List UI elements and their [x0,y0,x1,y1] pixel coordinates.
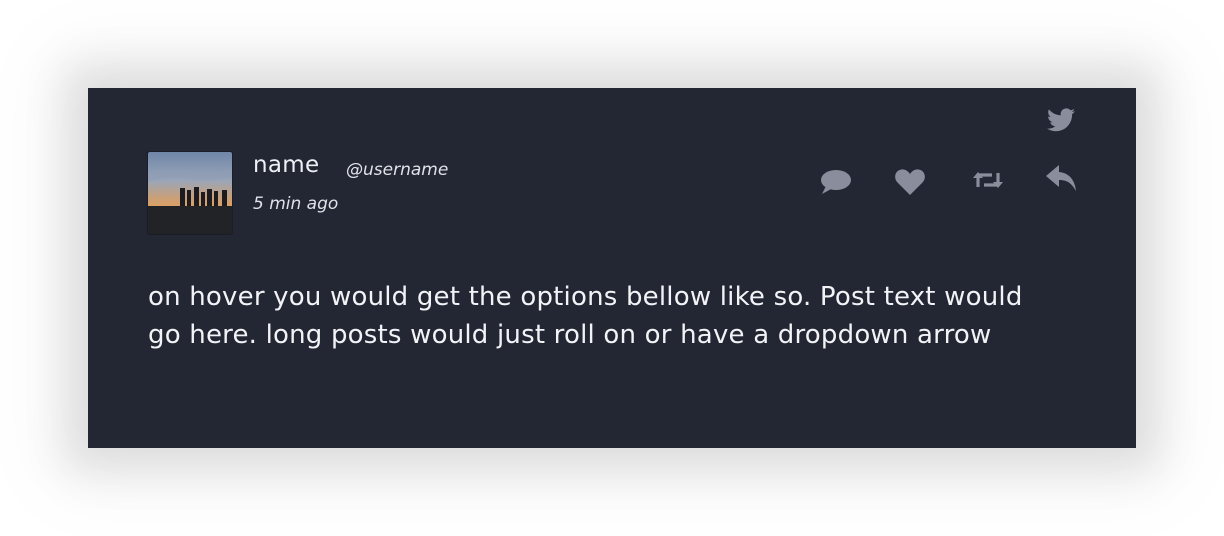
avatar[interactable] [148,152,232,234]
post-text: on hover you would get the options bello… [148,282,1023,350]
timestamp: 5 min ago [253,194,339,214]
heart-icon[interactable] [894,168,926,196]
display-name[interactable]: name [253,152,319,178]
reply-arrow-icon[interactable] [1046,165,1078,195]
retweet-icon[interactable] [972,168,1004,192]
speech-bubble-icon[interactable] [820,169,852,195]
username[interactable]: @username [346,160,448,180]
twitter-bird-icon[interactable] [1047,107,1075,133]
post-card: name @username 5 min ago on hover you wo… [88,88,1136,448]
